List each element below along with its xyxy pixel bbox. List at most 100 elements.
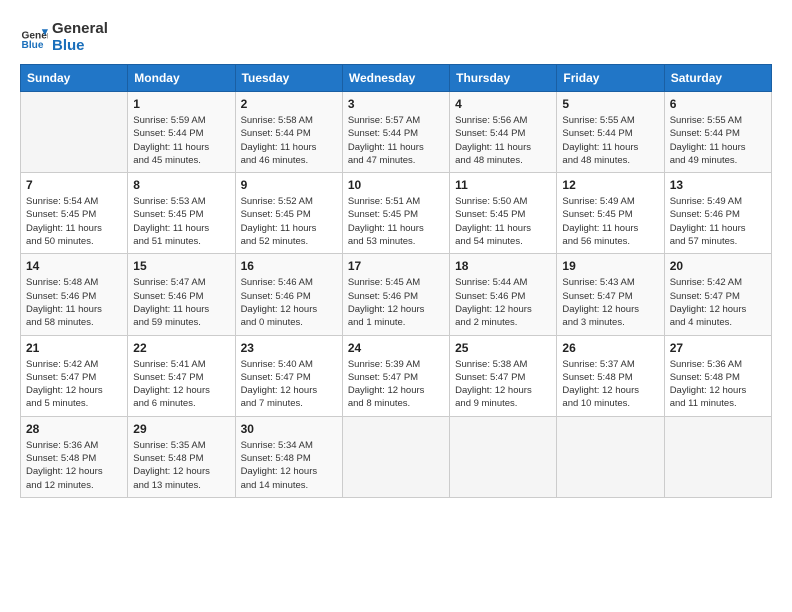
- day-info: Sunrise: 5:54 AM Sunset: 5:45 PM Dayligh…: [26, 195, 122, 248]
- day-info: Sunrise: 5:42 AM Sunset: 5:47 PM Dayligh…: [670, 276, 766, 329]
- day-info: Sunrise: 5:53 AM Sunset: 5:45 PM Dayligh…: [133, 195, 229, 248]
- calendar-cell: 27 Sunrise: 5:36 AM Sunset: 5:48 PM Dayli…: [664, 335, 771, 416]
- page-header: General Blue General Blue: [20, 20, 772, 54]
- calendar-cell: 29Sunrise: 5:35 AM Sunset: 5:48 PM Dayli…: [128, 416, 235, 497]
- day-number: 10: [348, 178, 444, 192]
- calendar-week-5: 28 Sunrise: 5:36 AM Sunset: 5:48 PM Dayli…: [21, 416, 772, 497]
- day-number: 8: [133, 178, 229, 192]
- day-number: 3: [348, 97, 444, 111]
- calendar-cell: 1 Sunrise: 5:59 AM Sunset: 5:44 PM Daylig…: [128, 92, 235, 173]
- day-info: Sunrise: 5:55 AM Sunset: 5:44 PM Dayligh…: [670, 114, 766, 167]
- day-info: Sunrise: 5:47 AM Sunset: 5:46 PM Dayligh…: [133, 276, 229, 329]
- day-number: 19: [562, 259, 658, 273]
- day-info: Sunrise: 5:42 AM Sunset: 5:47 PM Dayligh…: [26, 358, 122, 411]
- day-info: Sunrise: 5:51 AM Sunset: 5:45 PM Dayligh…: [348, 195, 444, 248]
- calendar-week-4: 21Sunrise: 5:42 AM Sunset: 5:47 PM Dayli…: [21, 335, 772, 416]
- day-number: 14: [26, 259, 122, 273]
- day-number: 13: [670, 178, 766, 192]
- weekday-header-friday: Friday: [557, 65, 664, 92]
- day-info: Sunrise: 5:38 AM Sunset: 5:47 PM Dayligh…: [455, 358, 551, 411]
- day-number: 15: [133, 259, 229, 273]
- calendar-cell: [21, 92, 128, 173]
- day-number: 18: [455, 259, 551, 273]
- calendar-cell: 21Sunrise: 5:42 AM Sunset: 5:47 PM Dayli…: [21, 335, 128, 416]
- day-number: 16: [241, 259, 337, 273]
- weekday-header-wednesday: Wednesday: [342, 65, 449, 92]
- day-number: 28: [26, 422, 122, 436]
- weekday-header-sunday: Sunday: [21, 65, 128, 92]
- day-info: Sunrise: 5:49 AM Sunset: 5:46 PM Dayligh…: [670, 195, 766, 248]
- day-info: Sunrise: 5:49 AM Sunset: 5:45 PM Dayligh…: [562, 195, 658, 248]
- calendar-cell: 19 Sunrise: 5:43 AM Sunset: 5:47 PM Dayli…: [557, 254, 664, 335]
- day-number: 22: [133, 341, 229, 355]
- calendar-cell: 15 Sunrise: 5:47 AM Sunset: 5:46 PM Dayli…: [128, 254, 235, 335]
- day-number: 12: [562, 178, 658, 192]
- calendar-cell: 5 Sunrise: 5:55 AM Sunset: 5:44 PM Daylig…: [557, 92, 664, 173]
- day-number: 27: [670, 341, 766, 355]
- day-number: 1: [133, 97, 229, 111]
- calendar-cell: 16 Sunrise: 5:46 AM Sunset: 5:46 PM Dayli…: [235, 254, 342, 335]
- day-info: Sunrise: 5:41 AM Sunset: 5:47 PM Dayligh…: [133, 358, 229, 411]
- calendar-cell: 18 Sunrise: 5:44 AM Sunset: 5:46 PM Dayli…: [450, 254, 557, 335]
- day-number: 2: [241, 97, 337, 111]
- day-number: 24: [348, 341, 444, 355]
- calendar-cell: 22 Sunrise: 5:41 AM Sunset: 5:47 PM Dayli…: [128, 335, 235, 416]
- svg-text:Blue: Blue: [22, 40, 44, 51]
- day-info: Sunrise: 5:36 AM Sunset: 5:48 PM Dayligh…: [26, 439, 122, 492]
- calendar-cell: 4 Sunrise: 5:56 AM Sunset: 5:44 PM Daylig…: [450, 92, 557, 173]
- day-info: Sunrise: 5:45 AM Sunset: 5:46 PM Dayligh…: [348, 276, 444, 329]
- calendar-cell: [664, 416, 771, 497]
- calendar-cell: 13 Sunrise: 5:49 AM Sunset: 5:46 PM Dayli…: [664, 173, 771, 254]
- day-info: Sunrise: 5:46 AM Sunset: 5:46 PM Dayligh…: [241, 276, 337, 329]
- day-info: Sunrise: 5:55 AM Sunset: 5:44 PM Dayligh…: [562, 114, 658, 167]
- day-info: Sunrise: 5:56 AM Sunset: 5:44 PM Dayligh…: [455, 114, 551, 167]
- calendar-week-3: 14 Sunrise: 5:48 AM Sunset: 5:46 PM Dayli…: [21, 254, 772, 335]
- day-info: Sunrise: 5:35 AM Sunset: 5:48 PM Dayligh…: [133, 439, 229, 492]
- day-info: Sunrise: 5:44 AM Sunset: 5:46 PM Dayligh…: [455, 276, 551, 329]
- day-number: 23: [241, 341, 337, 355]
- day-info: Sunrise: 5:34 AM Sunset: 5:48 PM Dayligh…: [241, 439, 337, 492]
- day-info: Sunrise: 5:48 AM Sunset: 5:46 PM Dayligh…: [26, 276, 122, 329]
- day-info: Sunrise: 5:59 AM Sunset: 5:44 PM Dayligh…: [133, 114, 229, 167]
- day-number: 4: [455, 97, 551, 111]
- calendar-cell: 30 Sunrise: 5:34 AM Sunset: 5:48 PM Dayli…: [235, 416, 342, 497]
- calendar-cell: 9Sunrise: 5:52 AM Sunset: 5:45 PM Daylig…: [235, 173, 342, 254]
- day-info: Sunrise: 5:57 AM Sunset: 5:44 PM Dayligh…: [348, 114, 444, 167]
- weekday-header-row: SundayMondayTuesdayWednesdayThursdayFrid…: [21, 65, 772, 92]
- calendar-cell: 17 Sunrise: 5:45 AM Sunset: 5:46 PM Dayli…: [342, 254, 449, 335]
- calendar-cell: 28 Sunrise: 5:36 AM Sunset: 5:48 PM Dayli…: [21, 416, 128, 497]
- day-info: Sunrise: 5:36 AM Sunset: 5:48 PM Dayligh…: [670, 358, 766, 411]
- weekday-header-saturday: Saturday: [664, 65, 771, 92]
- calendar-cell: 20 Sunrise: 5:42 AM Sunset: 5:47 PM Dayli…: [664, 254, 771, 335]
- day-number: 17: [348, 259, 444, 273]
- day-number: 5: [562, 97, 658, 111]
- calendar-table: SundayMondayTuesdayWednesdayThursdayFrid…: [20, 64, 772, 498]
- day-number: 26: [562, 341, 658, 355]
- calendar-cell: 11 Sunrise: 5:50 AM Sunset: 5:45 PM Dayli…: [450, 173, 557, 254]
- weekday-header-tuesday: Tuesday: [235, 65, 342, 92]
- day-info: Sunrise: 5:52 AM Sunset: 5:45 PM Dayligh…: [241, 195, 337, 248]
- day-info: Sunrise: 5:58 AM Sunset: 5:44 PM Dayligh…: [241, 114, 337, 167]
- logo-text-blue: Blue: [52, 37, 108, 54]
- day-info: Sunrise: 5:40 AM Sunset: 5:47 PM Dayligh…: [241, 358, 337, 411]
- calendar-cell: [342, 416, 449, 497]
- day-number: 30: [241, 422, 337, 436]
- logo: General Blue General Blue: [20, 20, 108, 54]
- calendar-cell: 14 Sunrise: 5:48 AM Sunset: 5:46 PM Dayli…: [21, 254, 128, 335]
- logo-text-general: General: [52, 20, 108, 37]
- day-number: 7: [26, 178, 122, 192]
- day-number: 20: [670, 259, 766, 273]
- day-number: 25: [455, 341, 551, 355]
- day-info: Sunrise: 5:50 AM Sunset: 5:45 PM Dayligh…: [455, 195, 551, 248]
- calendar-cell: 26 Sunrise: 5:37 AM Sunset: 5:48 PM Dayli…: [557, 335, 664, 416]
- weekday-header-monday: Monday: [128, 65, 235, 92]
- calendar-cell: [557, 416, 664, 497]
- day-info: Sunrise: 5:39 AM Sunset: 5:47 PM Dayligh…: [348, 358, 444, 411]
- day-info: Sunrise: 5:43 AM Sunset: 5:47 PM Dayligh…: [562, 276, 658, 329]
- day-number: 11: [455, 178, 551, 192]
- day-info: Sunrise: 5:37 AM Sunset: 5:48 PM Dayligh…: [562, 358, 658, 411]
- calendar-cell: 10 Sunrise: 5:51 AM Sunset: 5:45 PM Dayli…: [342, 173, 449, 254]
- weekday-header-thursday: Thursday: [450, 65, 557, 92]
- calendar-cell: 8 Sunrise: 5:53 AM Sunset: 5:45 PM Daylig…: [128, 173, 235, 254]
- day-number: 6: [670, 97, 766, 111]
